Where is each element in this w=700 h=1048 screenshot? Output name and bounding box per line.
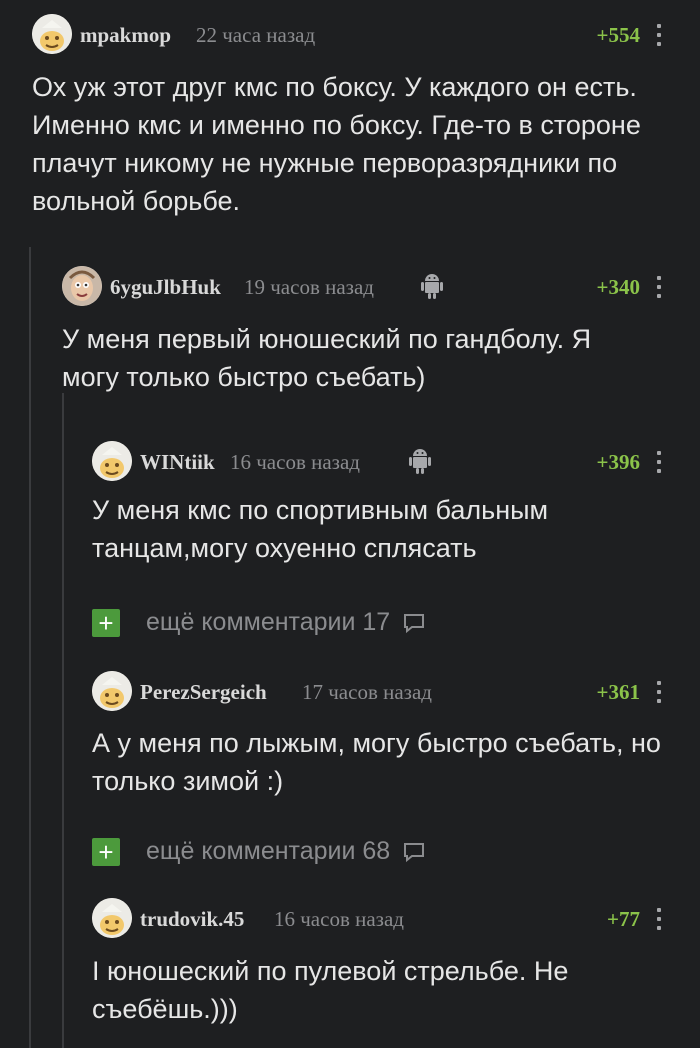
more-comments-button[interactable]: + ещё комментарии 68 [92,837,492,867]
username[interactable]: WINtiik [140,450,215,475]
android-icon [409,449,431,474]
more-comments-button[interactable]: + ещё комментарии 17 [92,608,492,638]
more-options-icon[interactable] [656,24,662,46]
rating: +361 [596,680,640,704]
username[interactable]: PerezSergeich [140,680,267,705]
pikabu-default-avatar-icon[interactable] [32,14,72,54]
comment-text: У меня кмс по спортивным бальным танцам,… [92,495,549,563]
thread-line-level-2[interactable] [62,393,64,1048]
comment-bubble-icon [404,614,425,634]
username[interactable]: 6yguJlbHuk [110,275,221,300]
rating: +396 [596,450,640,474]
more-options-icon[interactable] [656,681,662,703]
plus-icon[interactable]: + [92,609,120,637]
comment-text: У меня первый юношеский по гандболу. Я м… [62,324,592,392]
timestamp: 16 часов назад [274,907,404,931]
more-comments-label: ещё комментарии 68 [146,837,391,865]
pikabu-default-avatar-icon[interactable] [92,898,132,938]
username[interactable]: trudovik.45 [140,907,244,932]
comment-bubble-icon [404,843,425,863]
pikabu-default-avatar-icon[interactable] [92,671,132,711]
username[interactable]: mpakmop [80,23,171,48]
comment-text: А у меня по лыжым, могу быстро съебать, … [92,728,661,796]
comment-text: Ох уж этот друг кмс по боксу. У каждого … [32,72,641,216]
plus-icon[interactable]: + [92,838,120,866]
rating: +554 [596,23,640,47]
rating: +77 [607,907,640,931]
timestamp: 16 часов назад [230,450,360,474]
more-comments-label: ещё комментарии 17 [146,608,391,636]
timestamp: 19 часов назад [244,275,374,299]
more-options-icon[interactable] [656,908,662,930]
timestamp: 22 часа назад [196,23,316,47]
comment-text: I юношеский по пулевой стрельбе. Не съеб… [92,956,569,1024]
more-options-icon[interactable] [656,451,662,473]
custom-avatar-icon[interactable] [62,266,102,306]
pikabu-default-avatar-icon[interactable] [92,441,132,481]
rating: +340 [596,275,640,299]
more-options-icon[interactable] [656,276,662,298]
timestamp: 17 часов назад [302,680,432,704]
android-icon [421,274,443,299]
